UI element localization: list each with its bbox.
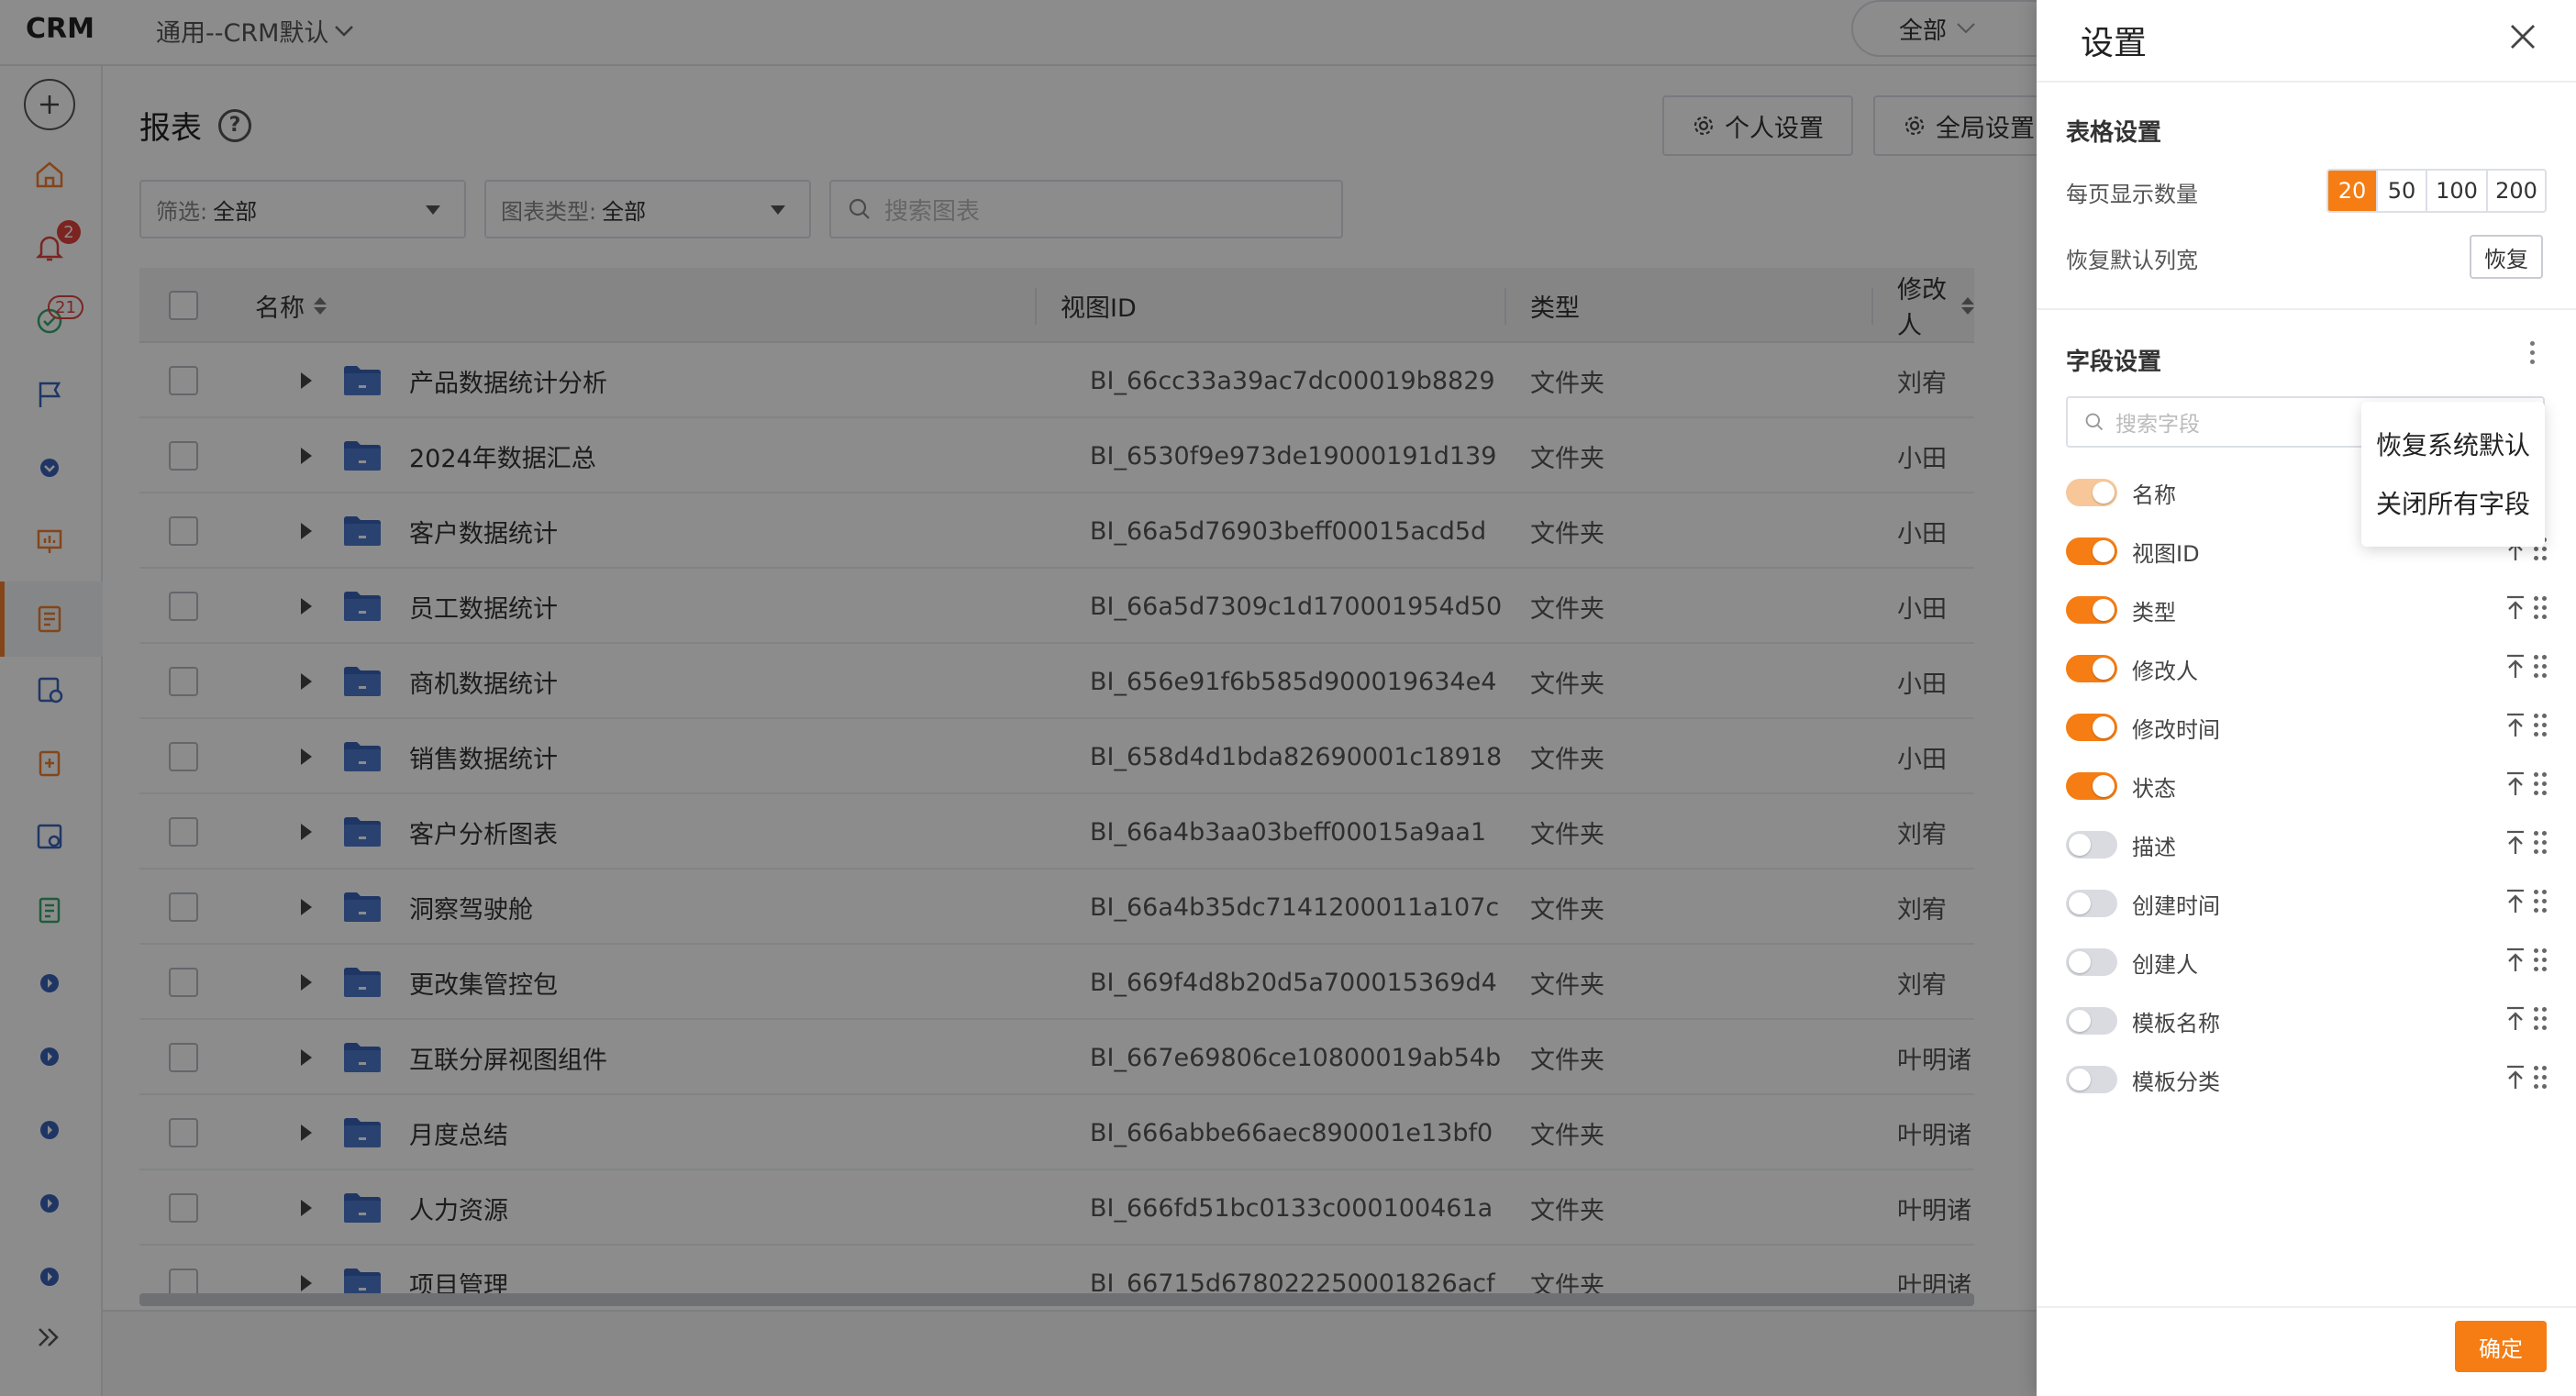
field-name: 视图ID bbox=[2132, 541, 2200, 567]
drag-handle-icon[interactable] bbox=[2534, 831, 2547, 855]
field-setting-row: 模板分类 bbox=[2066, 1060, 2547, 1097]
field-search-placeholder: 搜索字段 bbox=[2115, 413, 2200, 437]
field-setting-row: 状态 bbox=[2066, 767, 2547, 803]
field-name: 描述 bbox=[2132, 835, 2176, 860]
close-icon[interactable] bbox=[2506, 20, 2539, 53]
menu-item-restore-default[interactable]: 恢复系统默认 bbox=[2376, 426, 2530, 462]
page-size-label: 每页显示数量 bbox=[2066, 182, 2198, 207]
field-name: 名称 bbox=[2132, 482, 2176, 508]
pin-top-icon[interactable] bbox=[2504, 712, 2526, 739]
field-name: 创建人 bbox=[2132, 952, 2198, 978]
field-name: 修改人 bbox=[2132, 659, 2198, 684]
settings-drawer: 设置 表格设置 每页显示数量 20 50 100 200 恢复默认列宽 恢复 字… bbox=[2037, 0, 2576, 1396]
field-visibility-toggle[interactable] bbox=[2066, 772, 2117, 800]
page-size-option[interactable]: 200 bbox=[2486, 171, 2545, 211]
field-name: 模板名称 bbox=[2132, 1011, 2220, 1036]
field-visibility-toggle[interactable] bbox=[2066, 537, 2117, 565]
more-options-icon[interactable] bbox=[2527, 341, 2537, 364]
field-setting-row: 类型 bbox=[2066, 591, 2547, 627]
field-settings-menu: 恢复系统默认 关闭所有字段 bbox=[2361, 402, 2545, 547]
pin-top-icon[interactable] bbox=[2504, 1005, 2526, 1033]
restore-width-button[interactable]: 恢复 bbox=[2470, 235, 2543, 279]
field-name: 创建时间 bbox=[2132, 893, 2220, 919]
field-setting-row: 修改时间 bbox=[2066, 708, 2547, 745]
field-visibility-toggle[interactable] bbox=[2066, 655, 2117, 682]
restore-width-label: 恢复默认列宽 bbox=[2066, 248, 2198, 273]
field-setting-row: 描述 bbox=[2066, 825, 2547, 862]
field-setting-row: 创建时间 bbox=[2066, 884, 2547, 921]
field-name: 修改时间 bbox=[2132, 717, 2220, 743]
field-visibility-toggle[interactable] bbox=[2066, 1066, 2117, 1093]
pin-top-icon[interactable] bbox=[2504, 947, 2526, 974]
drawer-title: 设置 bbox=[2081, 25, 2148, 62]
pin-top-icon[interactable] bbox=[2504, 770, 2526, 798]
pin-top-icon[interactable] bbox=[2504, 888, 2526, 915]
drag-handle-icon[interactable] bbox=[2534, 948, 2547, 972]
page-size-selector: 20 50 100 200 bbox=[2326, 169, 2547, 213]
pin-top-icon[interactable] bbox=[2504, 594, 2526, 622]
pin-top-icon[interactable] bbox=[2504, 653, 2526, 681]
field-visibility-toggle[interactable] bbox=[2066, 1007, 2117, 1035]
field-name: 类型 bbox=[2132, 600, 2176, 626]
drawer-footer: 确定 bbox=[2037, 1306, 2576, 1396]
modal-overlay[interactable] bbox=[0, 0, 2037, 1396]
menu-item-close-all-fields[interactable]: 关闭所有字段 bbox=[2376, 484, 2530, 521]
page-size-option[interactable]: 20 bbox=[2328, 171, 2376, 211]
field-visibility-toggle[interactable] bbox=[2066, 831, 2117, 859]
section-divider bbox=[2037, 308, 2576, 310]
drag-handle-icon[interactable] bbox=[2534, 714, 2547, 737]
field-setting-row: 模板名称 bbox=[2066, 1002, 2547, 1038]
field-visibility-toggle[interactable] bbox=[2066, 948, 2117, 976]
pin-top-icon[interactable] bbox=[2504, 1064, 2526, 1091]
confirm-button[interactable]: 确定 bbox=[2455, 1321, 2547, 1372]
drag-handle-icon[interactable] bbox=[2534, 1066, 2547, 1090]
field-visibility-toggle[interactable] bbox=[2066, 596, 2117, 624]
field-settings-title: 字段设置 bbox=[2066, 349, 2162, 376]
drag-handle-icon[interactable] bbox=[2534, 1007, 2547, 1031]
drag-handle-icon[interactable] bbox=[2534, 890, 2547, 914]
search-icon bbox=[2085, 413, 2104, 431]
page-size-option[interactable]: 100 bbox=[2426, 171, 2486, 211]
field-setting-row: 修改人 bbox=[2066, 649, 2547, 686]
field-visibility-toggle bbox=[2066, 479, 2117, 506]
drag-handle-icon[interactable] bbox=[2534, 655, 2547, 679]
field-visibility-toggle[interactable] bbox=[2066, 714, 2117, 741]
field-name: 状态 bbox=[2132, 776, 2176, 802]
drag-handle-icon[interactable] bbox=[2534, 596, 2547, 620]
field-visibility-toggle[interactable] bbox=[2066, 890, 2117, 917]
pin-top-icon[interactable] bbox=[2504, 829, 2526, 857]
field-name: 模板分类 bbox=[2132, 1069, 2220, 1095]
field-setting-row: 创建人 bbox=[2066, 943, 2547, 980]
drag-handle-icon[interactable] bbox=[2534, 772, 2547, 796]
page-size-option[interactable]: 50 bbox=[2376, 171, 2426, 211]
drawer-header: 设置 bbox=[2037, 0, 2576, 83]
table-settings-title: 表格设置 bbox=[2066, 119, 2162, 147]
